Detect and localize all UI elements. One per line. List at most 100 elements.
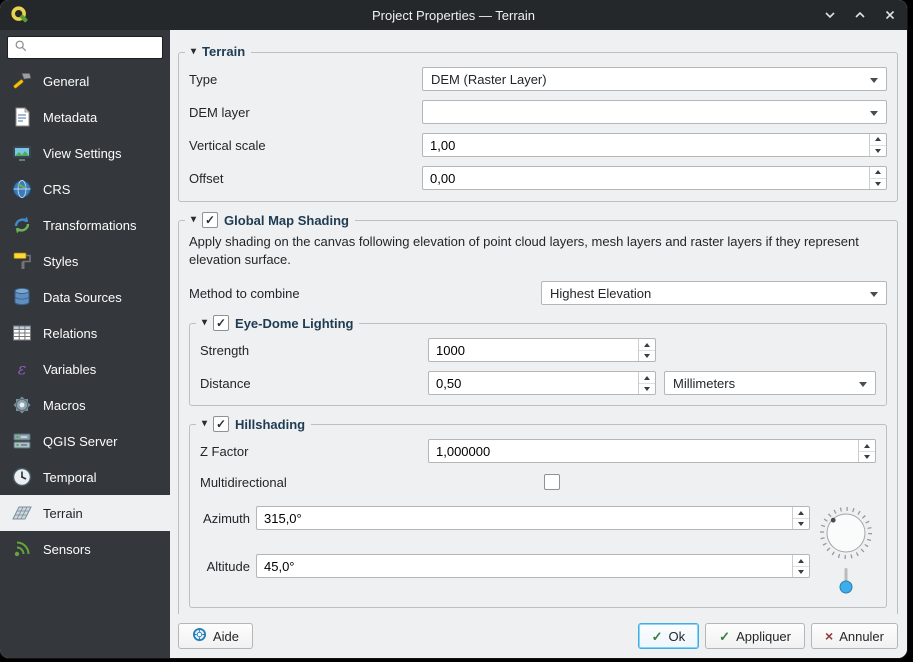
distance-unit-value: Millimeters — [673, 375, 736, 391]
ok-button[interactable]: ✓ Ok — [637, 623, 700, 649]
sidebar-item-qgis-server[interactable]: QGIS Server — [0, 423, 170, 459]
help-icon — [192, 627, 207, 645]
azimuth-input[interactable] — [259, 510, 789, 526]
spin-up-button[interactable] — [870, 134, 886, 146]
terrain-group-title: Terrain — [202, 44, 246, 59]
vertical-scale-spinbox[interactable] — [422, 133, 887, 157]
offset-input[interactable] — [425, 170, 866, 186]
spin-down-button[interactable] — [639, 384, 655, 395]
type-label: Type — [189, 71, 218, 87]
sidebar-item-macros[interactable]: Macros — [0, 387, 170, 423]
sidebar-item-temporal[interactable]: Temporal — [0, 459, 170, 495]
spin-up-button[interactable] — [793, 507, 809, 519]
dem-layer-label: DEM layer — [189, 104, 250, 120]
spin-down-button[interactable] — [639, 351, 655, 362]
sidebar-item-variables[interactable]: ε Variables — [0, 351, 170, 387]
method-to-combine-label: Method to combine — [189, 285, 300, 301]
offset-spinbox[interactable] — [422, 166, 887, 190]
spin-down-button[interactable] — [793, 567, 809, 578]
collapse-arrow-icon[interactable]: ▾ — [202, 419, 207, 429]
crs-icon — [11, 178, 33, 200]
method-to-combine-combobox[interactable]: Highest Elevation — [541, 281, 887, 306]
general-icon — [11, 70, 33, 92]
distance-input[interactable] — [431, 375, 635, 391]
vertical-scale-input[interactable] — [425, 137, 866, 153]
dialog-button-bar: Aide ✓ Ok ✓ Appliquer × Annuler — [170, 614, 907, 658]
sidebar-item-label: Data Sources — [43, 289, 122, 305]
spin-up-button[interactable] — [639, 372, 655, 384]
chevron-down-icon[interactable] — [823, 8, 837, 22]
collapse-arrow-icon[interactable]: ▾ — [191, 46, 196, 57]
azimuth-spinbox[interactable] — [256, 506, 810, 531]
spin-up-button[interactable] — [859, 440, 875, 452]
distance-unit-combobox[interactable]: Millimeters — [664, 371, 876, 396]
sidebar-item-transformations[interactable]: Transformations — [0, 207, 170, 243]
multidirectional-row: Multidirectional — [200, 472, 876, 492]
sidebar-item-view-settings[interactable]: View Settings — [0, 135, 170, 171]
spin-up-button[interactable] — [870, 167, 886, 179]
spin-down-button[interactable] — [870, 146, 886, 157]
cancel-button[interactable]: × Annuler — [811, 623, 898, 649]
sidebar-item-data-sources[interactable]: Data Sources — [0, 279, 170, 315]
titlebar[interactable]: Project Properties — Terrain — [0, 0, 907, 30]
vertical-scale-row: Vertical scale — [189, 133, 887, 157]
type-combobox[interactable]: DEM (Raster Layer) — [422, 67, 887, 91]
temporal-icon — [11, 466, 33, 488]
azimuth-dial[interactable] — [819, 506, 873, 563]
sidebar-item-styles[interactable]: Styles — [0, 243, 170, 279]
sidebar-item-label: Temporal — [43, 469, 97, 485]
hillshading-checkbox[interactable]: ✓ — [213, 416, 230, 433]
z-factor-input[interactable] — [431, 443, 855, 459]
chevron-up-icon[interactable] — [853, 8, 867, 22]
z-factor-spinbox[interactable] — [428, 439, 876, 464]
sidebar-item-relations[interactable]: Relations — [0, 315, 170, 351]
altitude-slider[interactable] — [838, 566, 854, 597]
altitude-input[interactable] — [259, 558, 789, 574]
eye-dome-lighting-checkbox[interactable]: ✓ — [213, 315, 230, 332]
project-properties-window: Project Properties — Terrain General Met… — [0, 0, 907, 658]
sidebar-item-general[interactable]: General — [0, 63, 170, 99]
strength-input[interactable] — [431, 342, 635, 358]
sidebar-item-metadata[interactable]: Metadata — [0, 99, 170, 135]
distance-spinbox[interactable] — [428, 371, 656, 396]
vertical-scale-label: Vertical scale — [189, 137, 266, 153]
altitude-spinbox[interactable] — [256, 554, 810, 579]
terrain-group-header: ▾ Terrain — [185, 44, 252, 59]
dem-layer-combobox[interactable] — [422, 100, 887, 124]
sidebar-item-label: Terrain — [43, 505, 83, 521]
multidirectional-checkbox[interactable] — [544, 474, 560, 491]
spinner-buttons — [792, 555, 809, 578]
spinner-buttons — [858, 440, 875, 463]
sidebar-item-sensors[interactable]: Sensors — [0, 531, 170, 567]
spin-up-button[interactable] — [639, 339, 655, 351]
spin-up-button[interactable] — [793, 555, 809, 567]
view-settings-icon — [11, 142, 33, 164]
apply-button-label: Appliquer — [736, 628, 791, 644]
close-icon[interactable] — [883, 8, 897, 22]
apply-button[interactable]: ✓ Appliquer — [705, 623, 805, 649]
check-icon: ✓ — [205, 213, 216, 227]
ok-button-label: Ok — [668, 628, 686, 644]
sidebar-item-crs[interactable]: CRS — [0, 171, 170, 207]
chevron-down-icon — [859, 382, 867, 388]
strength-spinbox[interactable] — [428, 338, 656, 363]
altitude-label: Altitude — [206, 558, 250, 574]
z-factor-row: Z Factor — [200, 439, 876, 464]
variables-icon: ε — [11, 358, 33, 380]
check-icon: ✓ — [216, 316, 227, 331]
search-input[interactable] — [33, 39, 156, 56]
global-map-shading-checkbox[interactable]: ✓ — [202, 212, 219, 228]
spin-down-button[interactable] — [859, 452, 875, 463]
spin-down-button[interactable] — [793, 519, 809, 530]
sidebar-search[interactable] — [7, 36, 163, 59]
collapse-arrow-icon[interactable]: ▾ — [202, 318, 207, 328]
collapse-arrow-icon[interactable]: ▾ — [191, 215, 196, 225]
main-content: ▾ Terrain Type DEM (Raster Layer) DEM la… — [170, 30, 907, 614]
spin-down-button[interactable] — [870, 179, 886, 190]
sidebar-item-terrain[interactable]: Terrain — [0, 495, 170, 531]
sidebar-item-label: Styles — [43, 253, 79, 269]
sensors-icon — [11, 538, 33, 560]
help-button[interactable]: Aide — [178, 623, 254, 649]
spinner-buttons — [869, 134, 886, 156]
sidebar-nav: General Metadata View Settings CRS Trans… — [0, 63, 170, 567]
